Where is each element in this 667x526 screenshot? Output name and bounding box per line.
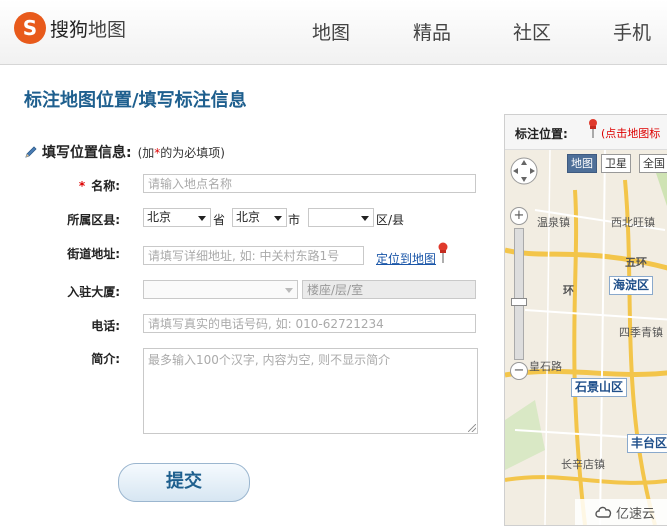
- phone-input[interactable]: 请填写真实的电话号码, 如: 010-62721234: [143, 314, 476, 333]
- red-pin-icon: [589, 119, 597, 138]
- cloud-logo-icon: [595, 506, 612, 518]
- city-select[interactable]: 北京: [232, 208, 287, 227]
- nav-map[interactable]: 地图: [312, 18, 350, 45]
- map-place-label: 四季青镇: [619, 326, 663, 339]
- name-label: * 名称:: [78, 179, 120, 193]
- map-district-label: 海淀区: [609, 276, 654, 295]
- sogou-logo-icon: S: [14, 12, 46, 44]
- chevron-down-icon: [361, 216, 369, 221]
- district-label: 所属区县:: [67, 213, 120, 227]
- chevron-down-icon: [274, 216, 282, 221]
- building-label: 入驻大厦:: [67, 285, 120, 299]
- map-type-satellite[interactable]: 卫星: [601, 154, 631, 173]
- map-canvas[interactable]: + − 地图 卫星 全国 温泉镇 西北旺镇 五环 海淀区 四季青镇 皇石路 石景…: [505, 150, 667, 525]
- map-place-label: 五环: [625, 256, 647, 269]
- locate-on-map-link[interactable]: 定位到地图: [376, 250, 436, 267]
- map-place-label: 环: [563, 284, 574, 297]
- intro-textarea[interactable]: 最多输入100个汉字, 内容为空, 则不显示简介: [143, 348, 478, 434]
- nav-community[interactable]: 社区: [513, 18, 551, 45]
- section-header: 填写位置信息: (加*的为必填项): [24, 142, 225, 162]
- top-header: S 搜狗地图 地图 精品 社区 手机: [0, 0, 667, 65]
- building-select[interactable]: [143, 280, 298, 299]
- map-place-label: 皇石路: [529, 360, 562, 373]
- map-district-label: 石景山区: [571, 378, 628, 397]
- province-select[interactable]: 北京: [143, 208, 211, 227]
- county-select[interactable]: [308, 208, 374, 227]
- nav-mobile[interactable]: 手机: [613, 18, 651, 45]
- required-note: (加*的为必填项): [137, 145, 225, 160]
- zoom-slider[interactable]: [514, 228, 524, 360]
- page-title: 标注地图位置/填写标注信息: [24, 90, 247, 111]
- map-type-map[interactable]: 地图: [567, 154, 597, 173]
- zoom-in-button[interactable]: +: [510, 207, 528, 225]
- map-type-nationwide[interactable]: 全国: [639, 154, 667, 173]
- nav-featured[interactable]: 精品: [413, 18, 451, 45]
- pan-control-icon[interactable]: [509, 156, 539, 186]
- submit-button[interactable]: 提交: [118, 463, 250, 502]
- watermark: 亿速云: [575, 499, 667, 525]
- zoom-slider-handle[interactable]: [511, 298, 527, 306]
- map-district-label: 丰台区: [627, 434, 667, 453]
- street-input[interactable]: 请填写详细地址, 如: 中关村东路1号: [143, 246, 364, 265]
- chevron-down-icon: [198, 216, 206, 221]
- zoom-out-button[interactable]: −: [510, 362, 528, 380]
- map-place-label: 长辛店镇: [561, 458, 605, 471]
- name-input[interactable]: 请输入地点名称: [143, 174, 476, 193]
- pencil-icon: [25, 146, 37, 158]
- chevron-down-icon: [285, 288, 293, 293]
- map-header: 标注位置: (点击地图标: [505, 115, 667, 150]
- phone-label: 电话:: [91, 319, 120, 333]
- red-pin-icon[interactable]: [436, 242, 450, 264]
- map-place-label: 西北旺镇: [611, 216, 655, 229]
- resize-handle[interactable]: [468, 424, 476, 432]
- map-place-label: 温泉镇: [537, 216, 570, 229]
- sogou-map-logo[interactable]: S 搜狗地图: [14, 11, 126, 45]
- map-panel: 标注位置: (点击地图标 + − 地图 卫星 全国 温泉镇 西北旺镇 五环 海淀…: [504, 114, 667, 526]
- floor-room-input[interactable]: 楼座/层/室: [302, 280, 476, 299]
- intro-label: 简介:: [91, 352, 120, 366]
- street-label: 街道地址:: [67, 247, 120, 261]
